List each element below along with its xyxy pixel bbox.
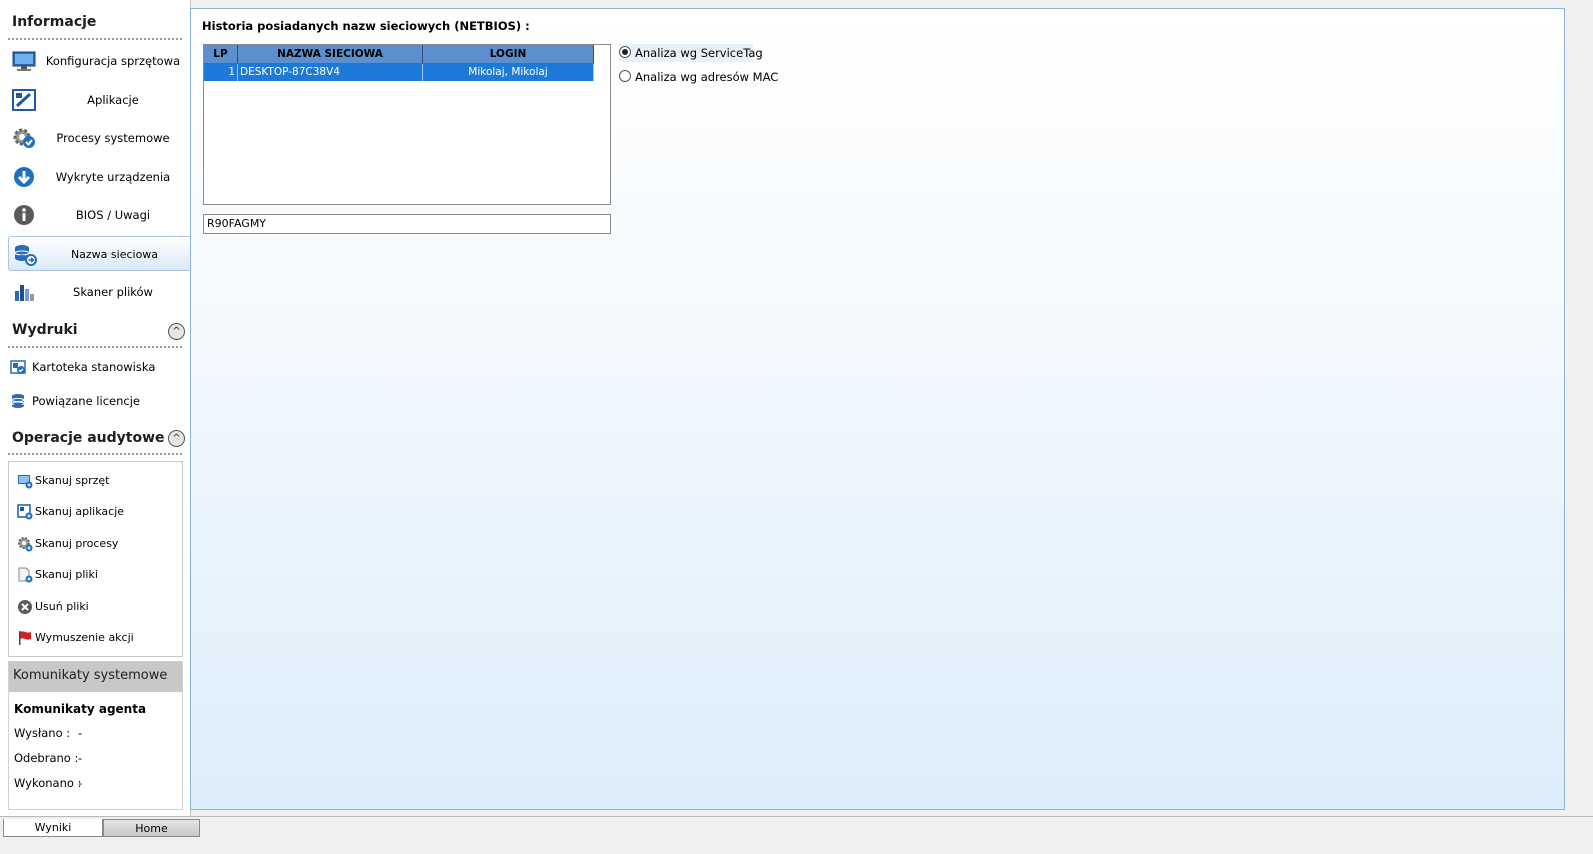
op-skanuj-pliki[interactable]: Skanuj pliki bbox=[17, 563, 182, 587]
sidebar-item-bios[interactable]: BIOS / Uwagi bbox=[8, 197, 188, 233]
radio-button-checked[interactable] bbox=[619, 46, 631, 58]
monitor-icon bbox=[12, 50, 36, 72]
agent-sent-row: Wysłano : - bbox=[14, 726, 82, 740]
service-tag-field[interactable]: R90FAGMY bbox=[203, 214, 611, 234]
op-skanuj-aplikacje[interactable]: Skanuj aplikacje bbox=[17, 500, 182, 524]
radio-label: Analiza wg ServiceTag bbox=[635, 46, 763, 60]
column-header-login[interactable]: LOGIN bbox=[423, 45, 594, 63]
op-label: Skanuj pliki bbox=[35, 568, 98, 581]
agent-done-row: Wykonano : - bbox=[14, 776, 83, 790]
database-network-icon bbox=[13, 244, 37, 266]
sidebar-item-konfiguracja[interactable]: Konfiguracja sprzętowa bbox=[8, 43, 188, 79]
sent-value: - bbox=[78, 726, 83, 740]
op-label: Wymuszenie akcji bbox=[35, 631, 134, 644]
op-label: Skanuj aplikacje bbox=[35, 505, 125, 518]
info-circle-icon bbox=[12, 204, 36, 226]
sidebar-item-kartoteka[interactable]: Kartoteka stanowiska bbox=[8, 354, 184, 380]
agent-received-row: Odebrano : - bbox=[14, 751, 82, 765]
red-flag-icon bbox=[17, 630, 33, 646]
sidebar-item-label: Konfiguracja sprzętowa bbox=[45, 54, 181, 68]
sidebar-item-label: Nazwa sieciowa bbox=[70, 248, 159, 261]
sidebar-item-label: Kartoteka stanowiska bbox=[32, 360, 156, 374]
arrow-down-circle-icon bbox=[12, 166, 36, 188]
sidebar-item-label: Wykryte urządzenia bbox=[55, 170, 171, 184]
scan-files-icon bbox=[17, 567, 33, 583]
sidebar-item-label: Skaner plików bbox=[73, 285, 153, 299]
cell-login: Mikolaj, Mikolaj bbox=[423, 64, 594, 81]
op-label: Skanuj procesy bbox=[35, 537, 119, 550]
table-header: LP NAZWA SIECIOWA LOGIN bbox=[204, 45, 594, 64]
divider bbox=[8, 453, 182, 455]
sidebar-item-procesy[interactable]: Procesy systemowe bbox=[8, 120, 188, 156]
sent-label: Wysłano : bbox=[14, 726, 71, 740]
system-messages-header[interactable]: Komunikaty systemowe bbox=[9, 662, 182, 692]
delete-x-icon bbox=[17, 599, 33, 615]
done-label: Wykonano : bbox=[14, 776, 82, 790]
sidebar-item-label: Powiązane licencje bbox=[32, 394, 140, 408]
tab-wyniki[interactable]: Wyniki bbox=[3, 819, 103, 837]
received-value: - bbox=[78, 751, 83, 765]
scan-apps-icon bbox=[17, 504, 33, 520]
radio-label: Analiza wg adresów MAC bbox=[635, 70, 779, 84]
sidebar-item-nazwa-sieciowa[interactable]: Nazwa sieciowa bbox=[8, 236, 190, 271]
op-skanuj-procesy[interactable]: Skanuj procesy bbox=[17, 532, 182, 556]
app-window-icon bbox=[12, 89, 36, 111]
sidebar-item-powiazane-licencje[interactable]: Powiązane licencje bbox=[8, 388, 184, 414]
op-wymuszenie-akcji[interactable]: Wymuszenie akcji bbox=[17, 626, 182, 650]
page-title: Historia posiadanych nazw sieciowych (NE… bbox=[202, 19, 530, 33]
collapse-operacje-button[interactable]: ^ bbox=[168, 430, 185, 447]
op-usun-pliki[interactable]: Usuń pliki bbox=[17, 595, 182, 619]
sidebar-item-label: Procesy systemowe bbox=[56, 131, 170, 145]
section-header-informacje: Informacje bbox=[12, 14, 97, 30]
cell-name: DESKTOP-87C38V4 bbox=[238, 64, 423, 81]
main-panel: Historia posiadanych nazw sieciowych (NE… bbox=[190, 8, 1565, 810]
gear-check-icon bbox=[12, 127, 36, 149]
audit-operations-panel: Skanuj sprzęt Skanuj aplikacje Skanuj pr… bbox=[8, 461, 183, 657]
stack-icon bbox=[10, 393, 26, 409]
bottom-tab-bar: Wyniki Home bbox=[0, 816, 1593, 854]
op-label: Usuń pliki bbox=[35, 600, 89, 613]
op-label: Skanuj sprzęt bbox=[35, 474, 110, 487]
divider bbox=[8, 38, 182, 40]
radio-analiza-servicetag[interactable]: Analiza wg ServiceTag bbox=[619, 44, 763, 62]
divider bbox=[8, 346, 182, 348]
sidebar-item-skaner-plikow[interactable]: Skaner plików bbox=[8, 274, 188, 310]
section-header-wydruki: Wydruki bbox=[12, 322, 78, 338]
scan-hardware-icon bbox=[17, 473, 33, 489]
system-messages-title: Komunikaty systemowe bbox=[13, 668, 168, 683]
radio-button-unchecked[interactable] bbox=[619, 70, 631, 82]
card-check-icon bbox=[10, 359, 26, 375]
cell-lp: 1 bbox=[204, 64, 238, 81]
scan-process-icon bbox=[17, 536, 33, 552]
collapse-wydruki-button[interactable]: ^ bbox=[168, 323, 185, 340]
sidebar-item-aplikacje[interactable]: Aplikacje bbox=[8, 82, 188, 118]
bar-chart-icon bbox=[12, 281, 36, 303]
column-header-lp[interactable]: LP bbox=[204, 45, 238, 63]
system-messages-panel: Komunikaty systemowe Komunikaty agenta W… bbox=[8, 661, 183, 810]
received-label: Odebrano : bbox=[14, 751, 79, 765]
sidebar-item-wykryte-urzadzenia[interactable]: Wykryte urządzenia bbox=[8, 159, 188, 195]
tab-home[interactable]: Home bbox=[103, 819, 200, 837]
agent-messages-title: Komunikaty agenta bbox=[14, 702, 147, 716]
sidebar: Informacje Konfiguracja sprzętowa Aplika… bbox=[0, 0, 191, 830]
netbios-history-table[interactable]: LP NAZWA SIECIOWA LOGIN 1 DESKTOP-87C38V… bbox=[203, 44, 611, 205]
table-row[interactable]: 1 DESKTOP-87C38V4 Mikolaj, Mikolaj bbox=[204, 64, 594, 81]
sidebar-item-label: Aplikacje bbox=[87, 93, 139, 107]
section-header-operacje-audytowe: Operacje audytowe bbox=[12, 430, 165, 446]
op-skanuj-sprzet[interactable]: Skanuj sprzęt bbox=[17, 469, 182, 493]
done-value: - bbox=[78, 776, 83, 790]
column-header-nazwa[interactable]: NAZWA SIECIOWA bbox=[238, 45, 423, 63]
sidebar-item-label: BIOS / Uwagi bbox=[75, 208, 151, 222]
